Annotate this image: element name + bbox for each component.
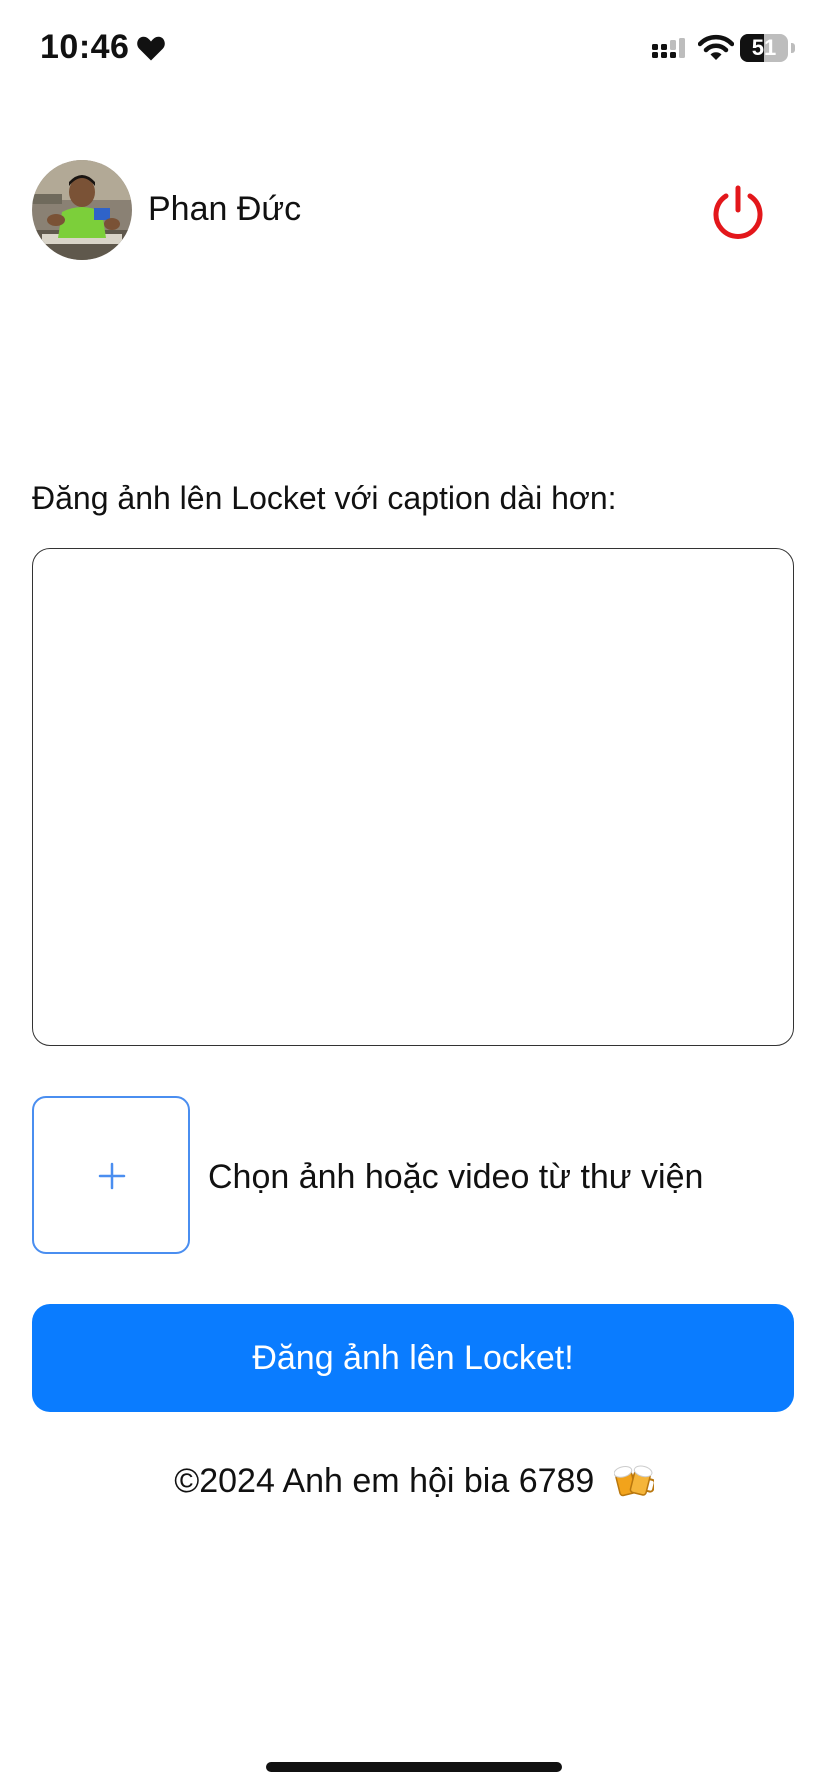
plus-icon [98,1162,126,1190]
caption-input[interactable] [32,548,794,1046]
footer-text: ©2024 Anh em hội bia 6789 [174,1462,595,1500]
caption-label: Đăng ảnh lên Locket với caption dài hơn: [32,480,617,516]
battery-cap [791,43,795,53]
beer-mugs-icon [613,1465,654,1497]
power-icon [713,185,763,239]
signal-icon [652,38,685,58]
status-bar: 10:46 51 [0,0,828,100]
battery-icon: 51 [740,34,796,64]
user-name: Phan Đức [148,190,302,228]
avatar-photo [32,160,132,260]
avatar [32,160,132,260]
home-indicator [266,1762,562,1772]
battery-level: 51 [751,35,777,60]
logout-button[interactable] [708,182,768,242]
footer: ©2024 Anh em hội bia 6789 [0,1462,828,1501]
wifi-icon [698,34,734,60]
heart-icon [137,36,165,61]
status-time: 10:46 [40,28,130,66]
media-picker-button[interactable] [32,1096,190,1254]
media-picker-label: Chọn ảnh hoặc video từ thư viện [208,1158,704,1196]
post-button[interactable]: Đăng ảnh lên Locket! [32,1304,794,1412]
battery-body: 51 [740,34,788,62]
